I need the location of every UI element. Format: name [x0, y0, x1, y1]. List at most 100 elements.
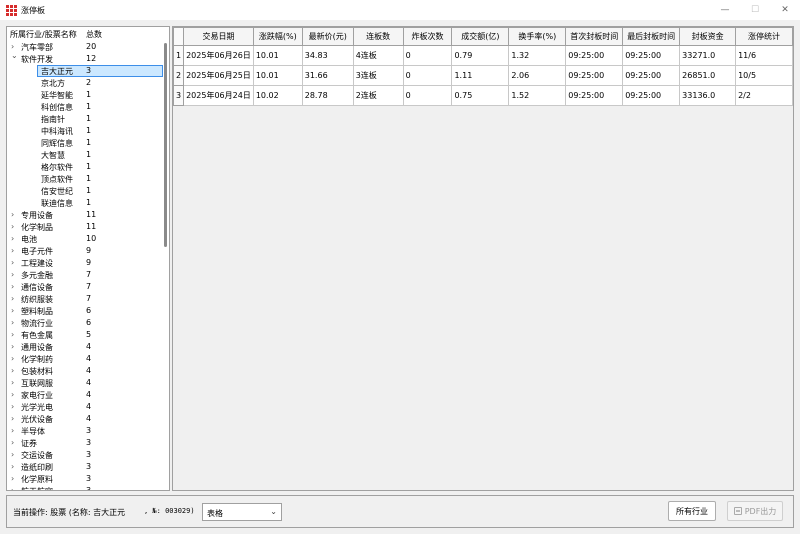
tree-stock-row[interactable]: 延华智能 1	[7, 89, 163, 101]
table-cell[interactable]: 1.32	[508, 45, 567, 66]
table-cell[interactable]: 1.52	[508, 85, 567, 106]
column-header[interactable]: 最新价(元)	[301, 27, 354, 46]
all-industries-button[interactable]: 所有行业	[668, 501, 716, 521]
tree-scrollbar[interactable]	[163, 41, 168, 490]
table-cell[interactable]: 09:25:00	[565, 45, 624, 66]
row-index[interactable]: 2	[173, 65, 185, 86]
table-cell[interactable]: 2/2	[735, 85, 793, 106]
chevron-right-icon[interactable]: ›	[11, 390, 14, 399]
chevron-right-icon[interactable]: ›	[11, 426, 14, 435]
chevron-right-icon[interactable]: ›	[11, 234, 14, 243]
tree-industry-row[interactable]: › 证券 3	[7, 437, 163, 449]
table-cell[interactable]: 09:25:00	[622, 45, 681, 66]
tree-industry-row[interactable]: › 互联网服 4	[7, 377, 163, 389]
view-mode-select[interactable]: 表格 ⌄	[202, 503, 282, 521]
column-header[interactable]: 涨停统计	[735, 27, 793, 46]
table-cell[interactable]: 09:25:00	[565, 85, 624, 106]
table-cell[interactable]: 3连板	[352, 65, 404, 86]
tree-stock-row[interactable]: 吉大正元 3	[7, 65, 163, 77]
table-cell[interactable]: 0.79	[451, 45, 510, 66]
table-cell[interactable]: 2025年06月24日	[183, 85, 254, 106]
column-header[interactable]: 涨跌幅(%)	[252, 27, 303, 46]
tree-header-name[interactable]: 所属行业/股票名称	[10, 29, 77, 40]
tree-industry-row[interactable]: › 纺织服装 7	[7, 293, 163, 305]
column-header[interactable]: 换手率(%)	[508, 27, 567, 46]
column-header[interactable]: 封板资金	[679, 27, 737, 46]
table-cell[interactable]: 31.66	[301, 65, 354, 86]
column-header[interactable]: 成交额(亿)	[451, 27, 510, 46]
table-cell[interactable]: 10.02	[252, 85, 303, 106]
close-button[interactable]: ✕	[770, 0, 800, 20]
tree-stock-row[interactable]: 大智慧 1	[7, 149, 163, 161]
column-header[interactable]: 最后封板时间	[622, 27, 681, 46]
tree-industry-row[interactable]: › 化学制品 11	[7, 221, 163, 233]
tree-industry-row[interactable]: › 多元金融 7	[7, 269, 163, 281]
tree-stock-row[interactable]: 顶点软件 1	[7, 173, 163, 185]
chevron-right-icon[interactable]: ›	[11, 450, 14, 459]
chevron-right-icon[interactable]: ›	[11, 402, 14, 411]
table-cell[interactable]: 33271.0	[679, 45, 737, 66]
chevron-right-icon[interactable]: ›	[11, 222, 14, 231]
table-cell[interactable]: 2.06	[508, 65, 567, 86]
table-cell[interactable]: 09:25:00	[565, 65, 624, 86]
tree-industry-row[interactable]: › 电子元件 9	[7, 245, 163, 257]
chevron-right-icon[interactable]: ›	[11, 438, 14, 447]
table-cell[interactable]: 09:25:00	[622, 65, 681, 86]
table-cell[interactable]: 09:25:00	[622, 85, 681, 106]
tree-industry-row[interactable]: › 包装材料 4	[7, 365, 163, 377]
table-cell[interactable]: 11/6	[735, 45, 793, 66]
table-cell[interactable]: 1.11	[451, 65, 510, 86]
table-cell[interactable]: 2连板	[352, 85, 404, 106]
tree-industry-row[interactable]: › 半导体 3	[7, 425, 163, 437]
tree-industry-row[interactable]: › 汽车零部 20	[7, 41, 163, 53]
tree-stock-row[interactable]: 科创信息 1	[7, 101, 163, 113]
tree-industry-row[interactable]: › 化学制药 4	[7, 353, 163, 365]
tree-industry-row[interactable]: › 有色金属 5	[7, 329, 163, 341]
row-index[interactable]: 1	[173, 45, 185, 66]
tree-industry-row[interactable]: › 光学光电 4	[7, 401, 163, 413]
tree-stock-row[interactable]: 指南针 1	[7, 113, 163, 125]
chevron-right-icon[interactable]: ›	[11, 342, 14, 351]
tree-industry-row[interactable]: › 塑料制品 6	[7, 305, 163, 317]
tree-industry-row[interactable]: › 航天航空 3	[7, 485, 163, 490]
chevron-right-icon[interactable]: ›	[11, 246, 14, 255]
tree-industry-row[interactable]: ⌄ 软件开发 12	[7, 51, 163, 65]
minimize-button[interactable]: —	[710, 0, 740, 20]
tree-stock-row[interactable]: 京北方 2	[7, 77, 163, 89]
chevron-right-icon[interactable]: ›	[11, 282, 14, 291]
tree-industry-row[interactable]: › 光伏设备 4	[7, 413, 163, 425]
table-cell[interactable]: 0.75	[451, 85, 510, 106]
chevron-right-icon[interactable]: ›	[11, 210, 14, 219]
column-header[interactable]: 交易日期	[183, 27, 254, 46]
tree-industry-row[interactable]: › 专用设备 11	[7, 209, 163, 221]
table-row[interactable]: 1 2025年06月26日 10.01 34.83 4连板 0 0.79 1.32 09:25:…	[173, 45, 793, 66]
column-header[interactable]: 炸板次数	[402, 27, 453, 46]
table-cell[interactable]: 28.78	[301, 85, 354, 106]
chevron-right-icon[interactable]: ›	[11, 486, 14, 490]
tree-industry-row[interactable]: › 家电行业 4	[7, 389, 163, 401]
chevron-right-icon[interactable]: ›	[11, 462, 14, 471]
chevron-right-icon[interactable]: ›	[11, 306, 14, 315]
table-cell[interactable]: 10.01	[252, 45, 303, 66]
chevron-right-icon[interactable]: ›	[11, 354, 14, 363]
chevron-right-icon[interactable]: ›	[11, 294, 14, 303]
tree-industry-row[interactable]: › 工程建设 9	[7, 257, 163, 269]
tree-industry-row[interactable]: › 造纸印刷 3	[7, 461, 163, 473]
chevron-right-icon[interactable]: ›	[11, 318, 14, 327]
tree-stock-row[interactable]: 同辉信息 1	[7, 137, 163, 149]
table-cell[interactable]: 2025年06月26日	[183, 45, 254, 66]
chevron-right-icon[interactable]: ›	[11, 258, 14, 267]
chevron-right-icon[interactable]: ›	[11, 474, 14, 483]
table-cell[interactable]: 4连板	[352, 45, 404, 66]
table-cell[interactable]: 0	[402, 65, 453, 86]
chevron-down-icon[interactable]: ⌄	[11, 51, 18, 60]
table-cell[interactable]: 10.01	[252, 65, 303, 86]
tree-industry-row[interactable]: › 交运设备 3	[7, 449, 163, 461]
tree-industry-row[interactable]: › 化学原料 3	[7, 473, 163, 485]
tree-stock-row[interactable]: 信安世纪 1	[7, 185, 163, 197]
table-corner[interactable]	[173, 27, 185, 46]
row-index[interactable]: 3	[173, 85, 185, 106]
table-row[interactable]: 2 2025年06月25日 10.01 31.66 3连板 0 1.11 2.06 09:25:…	[173, 65, 793, 86]
table-cell[interactable]: 2025年06月25日	[183, 65, 254, 86]
chevron-right-icon[interactable]: ›	[11, 270, 14, 279]
